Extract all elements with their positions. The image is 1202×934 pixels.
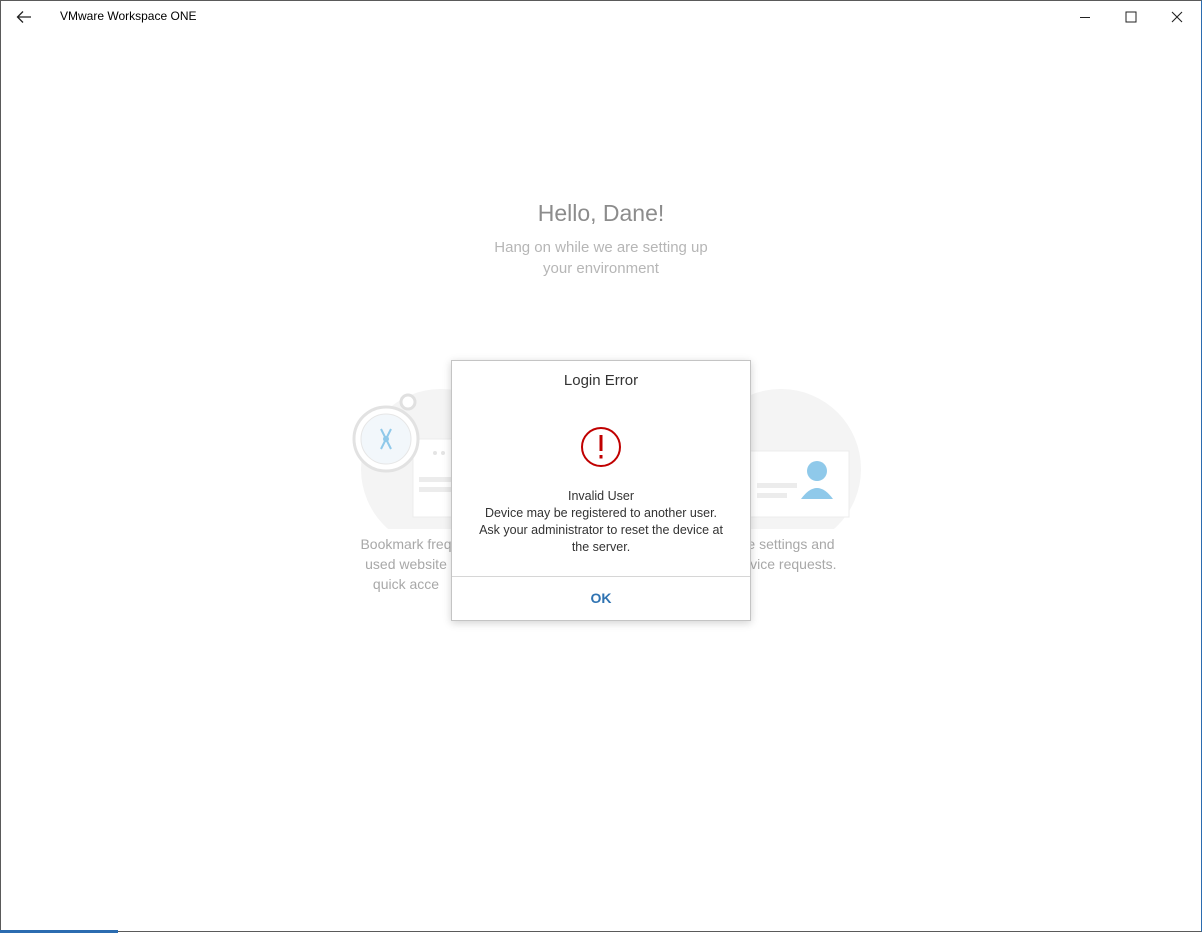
greeting-heading: Hello, Dane! — [537, 200, 665, 226]
login-error-dialog: Login Error Invalid User Device may be r… — [451, 360, 751, 621]
close-icon — [1171, 11, 1183, 22]
error-exclamation-icon — [581, 427, 621, 467]
setup-subtitle-line: your environment — [543, 260, 659, 277]
dialog-title: Login Error — [563, 372, 639, 389]
taskbar-accent — [0, 930, 118, 933]
app-window: VMware Workspace ONE Hello, Dane! Hang o… — [0, 0, 1202, 932]
dialog-message-line: Device may be registered to another user… — [484, 506, 718, 520]
setup-subtitle: Hang on while we are setting up your env… — [1, 237, 1201, 279]
setup-subtitle-line: Hang on while we are setting up — [494, 239, 708, 256]
back-button[interactable] — [9, 3, 39, 31]
maximize-icon — [1125, 11, 1137, 22]
maximize-button[interactable] — [1108, 1, 1154, 32]
back-arrow-icon — [16, 11, 31, 23]
ok-button[interactable]: OK — [452, 577, 750, 619]
dialog-message-line: the server. — [571, 540, 631, 554]
minimize-icon — [1080, 16, 1090, 18]
minimize-button[interactable] — [1062, 1, 1108, 32]
title-bar: VMware Workspace ONE — [1, 1, 1201, 32]
dialog-message-line: Ask your administrator to reset the devi… — [479, 523, 723, 537]
window-title: VMware Workspace ONE — [60, 9, 197, 23]
dialog-message: Invalid User Device may be registered to… — [462, 488, 740, 556]
dialog-message-line: Invalid User — [568, 489, 634, 503]
close-button[interactable] — [1154, 1, 1200, 32]
